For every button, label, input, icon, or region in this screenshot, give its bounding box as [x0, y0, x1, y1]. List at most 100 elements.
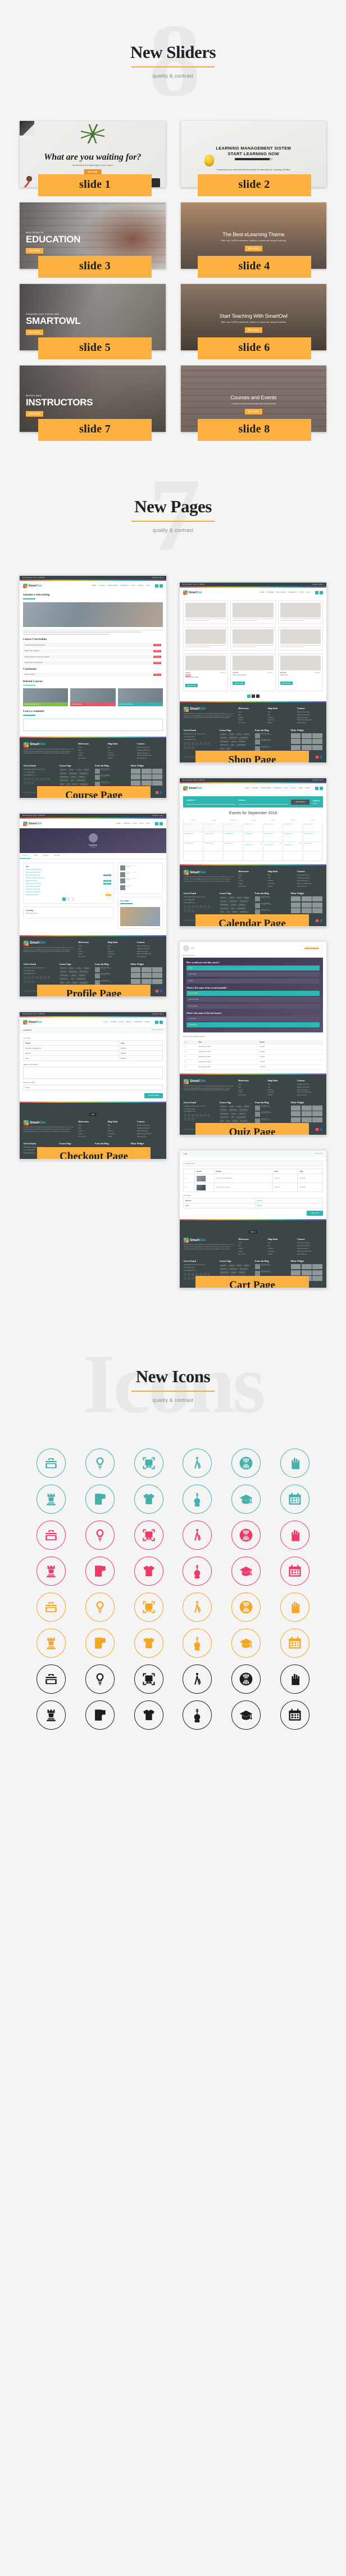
brand-logo[interactable]: SmartOwl [183, 786, 202, 791]
calendar-event[interactable]: New Art Museum [185, 843, 202, 844]
tag[interactable]: coding [68, 967, 75, 970]
icon-cell[interactable] [78, 1448, 122, 1478]
list-item[interactable]: After graduation September 15, 2016 [95, 973, 127, 979]
rss-icon[interactable] [192, 909, 194, 912]
nav-link-pages[interactable]: PAGES [305, 787, 310, 789]
footer-link[interactable]: Programming Course [137, 945, 162, 947]
list-item[interactable]: Marketing Production Started [26, 894, 111, 896]
footer-link[interactable]: Marketing Production [297, 1245, 322, 1247]
tag[interactable]: Management [219, 740, 230, 743]
icon-cell[interactable] [29, 1592, 74, 1622]
slide-card-6[interactable]: Start Teaching With SmartOwl With over 1… [180, 284, 326, 359]
calendar-cell[interactable]: New Art Museum [243, 832, 263, 842]
basketball-icon[interactable] [231, 1664, 261, 1694]
list-item[interactable]: Business Fundamentals In Progress [26, 874, 111, 877]
search-icon[interactable] [315, 786, 318, 790]
icon-cell[interactable] [224, 1448, 268, 1478]
icon-cell[interactable] [175, 1700, 220, 1730]
tag[interactable]: Management [219, 1112, 230, 1116]
footer-link[interactable]: Programming Course [297, 711, 322, 713]
tag[interactable]: coding [68, 768, 75, 772]
list-item[interactable]: After graduation September 15, 2016 [255, 903, 287, 908]
icon-cell[interactable] [78, 1700, 122, 1730]
footer-link[interactable]: My Account [268, 1091, 293, 1093]
dribbble-icon[interactable] [199, 905, 202, 908]
icon-cell[interactable] [126, 1592, 171, 1622]
tag[interactable]: course [235, 1105, 243, 1108]
calendar-event[interactable]: New Art Museum [204, 824, 221, 825]
calendar-icon[interactable] [280, 1700, 309, 1730]
vimeo-icon[interactable] [184, 1276, 186, 1280]
tag[interactable]: seo [66, 783, 71, 786]
footer-link[interactable]: Wishlist [108, 1136, 133, 1138]
page-1[interactable]: 1 [247, 694, 251, 698]
facebook-icon[interactable] [184, 1273, 186, 1276]
vimeo-icon[interactable] [184, 746, 186, 749]
tag[interactable]: Free Course [79, 971, 89, 973]
tag[interactable]: Social [71, 783, 78, 786]
tag[interactable]: seo [66, 981, 71, 984]
tag[interactable]: Medicine [238, 904, 246, 906]
tag[interactable]: Free Course [239, 1109, 249, 1112]
footer-link[interactable]: Wishlist [108, 956, 133, 958]
footer-link[interactable]: Cart [268, 1245, 293, 1247]
footer-link[interactable]: Shop [268, 874, 293, 876]
twitter-icon[interactable] [188, 1273, 190, 1276]
calendar-event[interactable]: New Art Museum [244, 833, 261, 834]
tag[interactable]: programming [76, 978, 86, 981]
linkedin-icon[interactable] [43, 777, 46, 781]
list-item[interactable]: Final conclusion Preview [23, 672, 163, 677]
product-card[interactable] [277, 626, 323, 651]
flickr-thumb[interactable] [312, 1270, 322, 1275]
quiz-option[interactable]: First module [186, 990, 320, 996]
tag[interactable]: coding [228, 896, 235, 899]
tag[interactable]: master [230, 1112, 237, 1116]
flickr-thumb[interactable] [312, 1264, 322, 1270]
tag[interactable]: Free Course [239, 900, 249, 903]
tag-cloud[interactable]: Business coding course degree doctorate Engin… [219, 1105, 252, 1122]
nav-link-blog[interactable]: BLOG [299, 592, 303, 593]
tag[interactable]: degree [243, 1105, 251, 1108]
tag[interactable]: master [70, 974, 77, 977]
twitter-icon[interactable] [188, 1114, 190, 1117]
linkedin-icon[interactable] [203, 742, 206, 745]
calendar-event[interactable]: New Art Museum [304, 833, 321, 834]
tag[interactable]: Business [59, 768, 67, 772]
tag[interactable]: course [75, 768, 83, 772]
basketball-icon[interactable] [231, 1520, 261, 1550]
calendar-cell[interactable]: New Art Museum [203, 832, 224, 842]
tag[interactable]: Management [219, 904, 230, 906]
icon-cell[interactable] [224, 1664, 268, 1694]
instagram-icon[interactable] [188, 909, 190, 912]
slide-5-cta[interactable]: BUY NOW [26, 330, 43, 335]
footer-link[interactable]: My Account [268, 719, 293, 721]
payment-option-paypal[interactable]: PayPal [23, 1085, 163, 1091]
list-item[interactable]: Student Notebook $20.00 [120, 865, 160, 871]
icon-cell[interactable] [126, 1700, 171, 1730]
footer-link[interactable]: Design Techniques [297, 717, 322, 719]
footer-link[interactable]: Our services [238, 722, 263, 724]
social-icons[interactable] [184, 1114, 213, 1121]
google-plus-icon[interactable] [31, 976, 34, 979]
mockup-checkout-page[interactable]: Be the teacher | Call: 777 888 999 Regis… [19, 1012, 167, 1160]
certificate-icon[interactable] [134, 1664, 163, 1694]
calendar-cell[interactable]: New Art Museum [203, 842, 224, 852]
youtube-icon[interactable] [207, 905, 210, 908]
footer-link[interactable]: Cart [108, 948, 133, 950]
calendar-event[interactable]: New Art Museum [225, 824, 242, 825]
tag[interactable]: Quiz [219, 1120, 225, 1122]
footer-link[interactable]: Programming Course [297, 1242, 322, 1244]
nav-link-shop[interactable]: SHOP [306, 592, 310, 593]
violin-icon[interactable] [183, 1556, 212, 1586]
youtube-icon[interactable] [207, 1114, 210, 1117]
calendar-cell[interactable]: New Art Museum [223, 823, 244, 833]
nav-link-pages[interactable]: PAGES [145, 1021, 150, 1023]
tag[interactable]: Quiz [59, 981, 65, 984]
tag[interactable]: course [235, 733, 243, 736]
nav-link-community[interactable]: COMMUNITY [120, 585, 129, 587]
product-card[interactable] [183, 626, 229, 651]
twitter-icon[interactable] [28, 976, 30, 979]
nav-link-courses[interactable]: COURSES [98, 585, 106, 587]
tag[interactable]: seo [226, 747, 231, 750]
add-to-cart-button[interactable]: ADD TO CART [280, 682, 293, 685]
